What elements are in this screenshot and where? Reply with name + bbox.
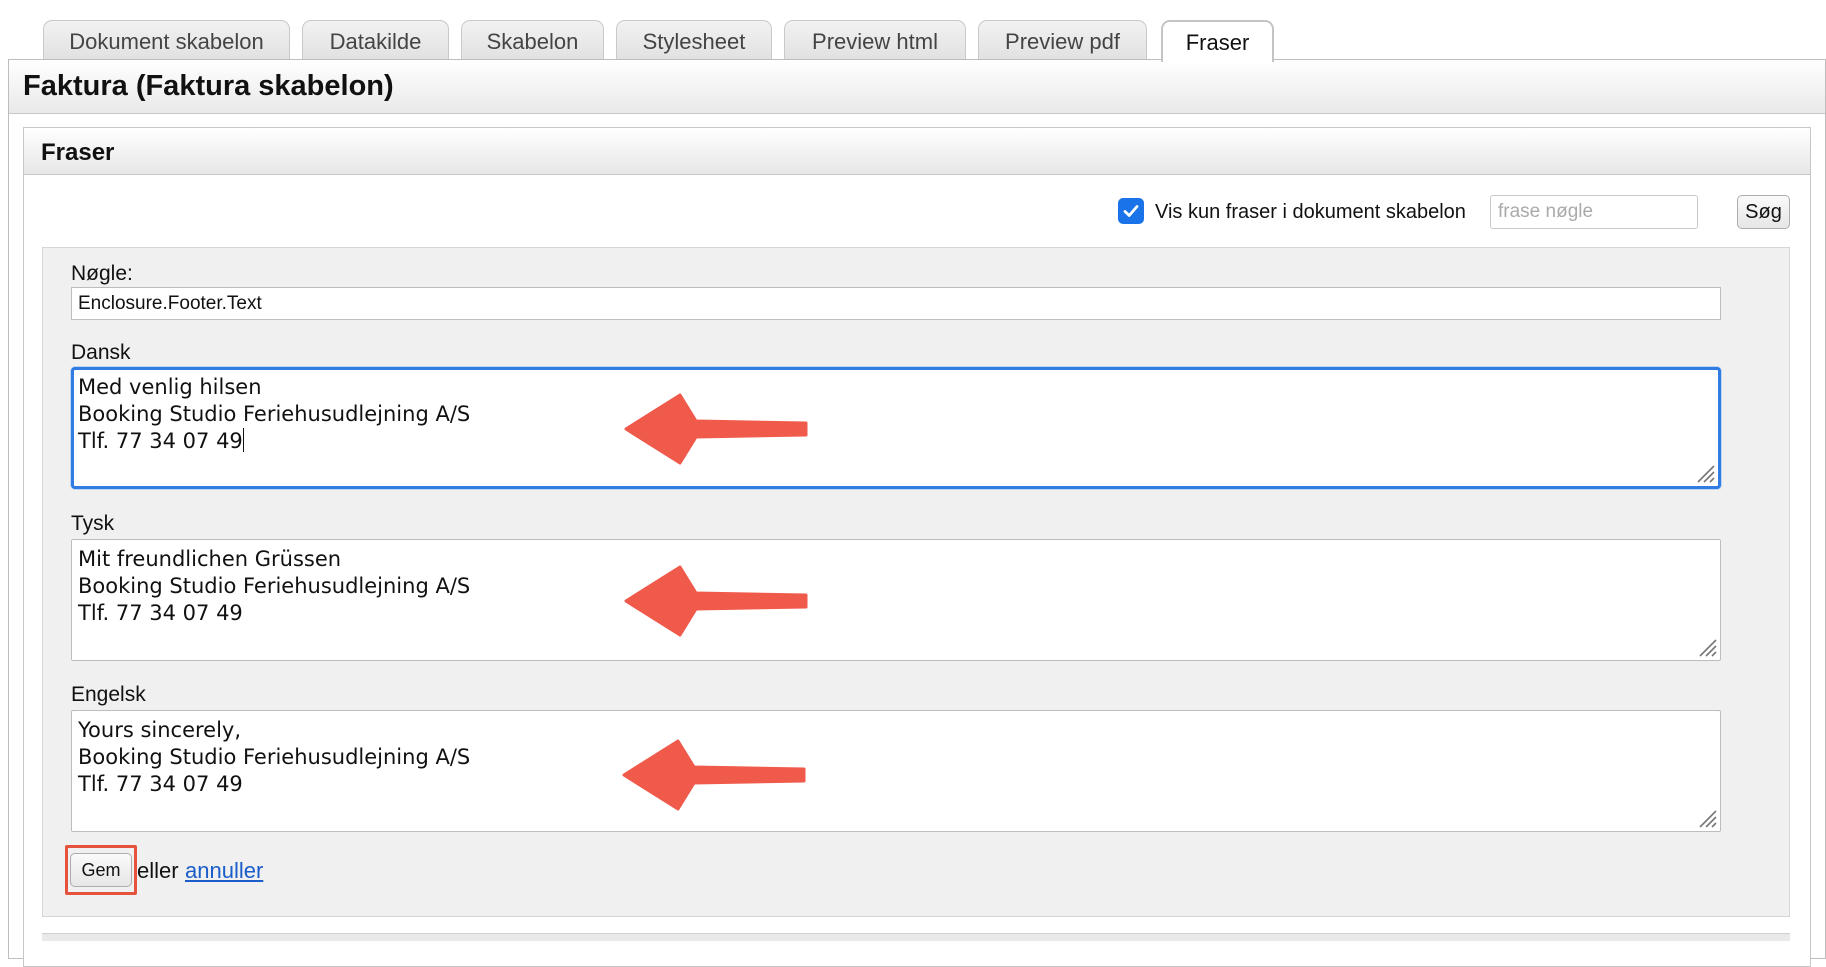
english-textarea[interactable]: Yours sincerely, Booking Studio Feriehus… [71, 710, 1721, 832]
german-textarea[interactable]: Mit freundlichen Grüssen Booking Studio … [71, 539, 1721, 661]
tab-fraser[interactable]: Fraser [1161, 20, 1274, 62]
tab-datakilde[interactable]: Datakilde [302, 20, 449, 60]
resize-grip-icon[interactable] [1694, 634, 1718, 658]
tab-stylesheet[interactable]: Stylesheet [616, 20, 772, 60]
german-label: Tysk [71, 512, 115, 535]
german-text: Mit freundlichen Grüssen Booking Studio … [78, 547, 471, 625]
resize-grip-icon[interactable] [1694, 805, 1718, 829]
annotation-arrow-icon [624, 393, 808, 465]
save-button[interactable]: Gem [70, 853, 132, 887]
only-template-checkbox-label[interactable]: Vis kun fraser i dokument skabelon [1155, 201, 1466, 224]
cancel-link[interactable]: annuller [185, 858, 263, 884]
resize-grip-icon[interactable] [1692, 460, 1716, 484]
section-title: Fraser [41, 139, 115, 166]
annotation-arrow-icon [622, 739, 806, 811]
key-label: Nøgle: [71, 262, 133, 285]
tab-dokument-skabelon[interactable]: Dokument skabelon [43, 20, 290, 60]
danish-label: Dansk [71, 341, 131, 364]
danish-textarea[interactable]: Med venlig hilsen Booking Studio Feriehu… [71, 367, 1721, 489]
tab-skabelon[interactable]: Skabelon [461, 20, 604, 60]
english-label: Engelsk [71, 683, 146, 706]
section-header: Fraser [24, 128, 1810, 175]
page-header: Faktura (Faktura skabelon) [9, 60, 1825, 114]
search-button[interactable]: Søg [1737, 195, 1790, 229]
english-text: Yours sincerely, Booking Studio Feriehus… [78, 718, 471, 796]
only-template-checkbox[interactable] [1118, 198, 1144, 224]
tab-preview-pdf[interactable]: Preview pdf [978, 20, 1147, 60]
text-caret [242, 428, 244, 452]
danish-text: Med venlig hilsen Booking Studio Feriehu… [78, 375, 471, 453]
page-title: Faktura (Faktura skabelon) [23, 70, 394, 102]
key-field[interactable] [71, 287, 1721, 320]
phrase-key-search-input[interactable] [1490, 195, 1698, 229]
annotation-arrow-icon [624, 565, 808, 637]
tab-preview-html[interactable]: Preview html [784, 20, 966, 60]
checkmark-icon [1118, 198, 1144, 224]
or-text: eller [137, 858, 179, 883]
